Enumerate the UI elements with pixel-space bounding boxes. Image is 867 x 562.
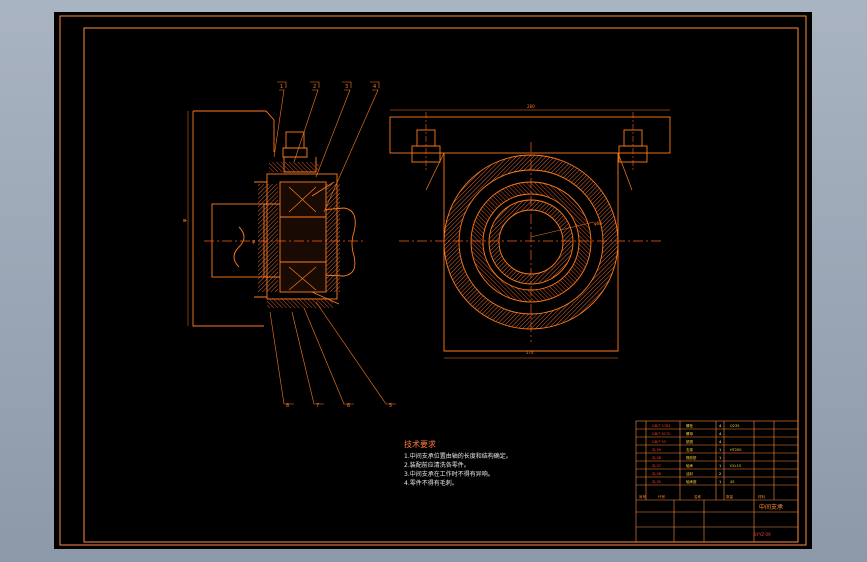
tech-requirements-title: 技术要求 xyxy=(404,440,436,449)
svg-text:GB/T 5782: GB/T 5782 xyxy=(652,424,670,428)
svg-text:螺母: 螺母 xyxy=(686,431,694,436)
svg-text:序号: 序号 xyxy=(639,494,647,499)
svg-text:φ: φ xyxy=(252,239,256,245)
svg-text:ZJ-05: ZJ-05 xyxy=(652,480,661,484)
svg-text:1: 1 xyxy=(719,480,721,484)
svg-text:垫圈: 垫圈 xyxy=(686,439,694,444)
svg-text:45: 45 xyxy=(730,480,734,484)
title-block-name: 中间支承 xyxy=(759,503,783,511)
svg-text:代号: 代号 xyxy=(658,494,666,499)
svg-text:HT200: HT200 xyxy=(730,448,741,452)
svg-text:轴承: 轴承 xyxy=(686,463,694,468)
svg-text:数量: 数量 xyxy=(726,494,734,499)
svg-text:1: 1 xyxy=(719,456,721,460)
svg-text:φ: φ xyxy=(182,218,188,222)
balloon-5: 5 xyxy=(389,403,392,409)
svg-text:GCr15: GCr15 xyxy=(730,464,741,468)
balloon-3: 3 xyxy=(345,84,348,90)
svg-text:ZJ-06: ZJ-06 xyxy=(652,472,661,476)
svg-text:174: 174 xyxy=(526,350,534,355)
svg-text:Q235: Q235 xyxy=(730,424,739,428)
svg-text:橡胶垫: 橡胶垫 xyxy=(686,455,697,460)
leaders-bottom xyxy=(269,301,396,405)
svg-text:GB/T 6170: GB/T 6170 xyxy=(652,432,670,436)
svg-text:4: 4 xyxy=(719,440,722,444)
svg-text:2: 2 xyxy=(719,472,721,476)
svg-text:ZJ-07: ZJ-07 xyxy=(652,464,661,468)
svg-text:材料: 材料 xyxy=(758,494,766,499)
balloon-2: 2 xyxy=(313,84,316,90)
balloon-7: 7 xyxy=(316,403,319,409)
svg-text:油封: 油封 xyxy=(686,471,694,476)
tech-line-4: 4.零件不得有毛刺。 xyxy=(404,480,458,487)
svg-text:4: 4 xyxy=(719,432,722,436)
drawing-number: SYYZ-09 xyxy=(754,532,771,537)
svg-text:φ60: φ60 xyxy=(594,221,602,226)
section-view: φ φ xyxy=(182,110,364,327)
svg-text:螺栓: 螺栓 xyxy=(686,423,694,428)
svg-text:轴承座: 轴承座 xyxy=(686,479,697,484)
svg-text:GB/T 93: GB/T 93 xyxy=(652,440,666,444)
svg-text:支架: 支架 xyxy=(686,447,694,452)
svg-text:1: 1 xyxy=(719,448,721,452)
svg-text:280: 280 xyxy=(527,104,535,109)
svg-text:ZJ-09: ZJ-09 xyxy=(652,448,661,452)
balloon-1: 1 xyxy=(280,84,283,90)
svg-text:1: 1 xyxy=(719,464,721,468)
balloon-6: 6 xyxy=(347,403,350,409)
svg-text:名称: 名称 xyxy=(694,494,702,499)
svg-text:ZJ-08: ZJ-08 xyxy=(652,456,661,460)
balloon-4: 4 xyxy=(373,84,376,90)
balloon-8: 8 xyxy=(286,403,289,409)
svg-text:4: 4 xyxy=(719,424,722,428)
